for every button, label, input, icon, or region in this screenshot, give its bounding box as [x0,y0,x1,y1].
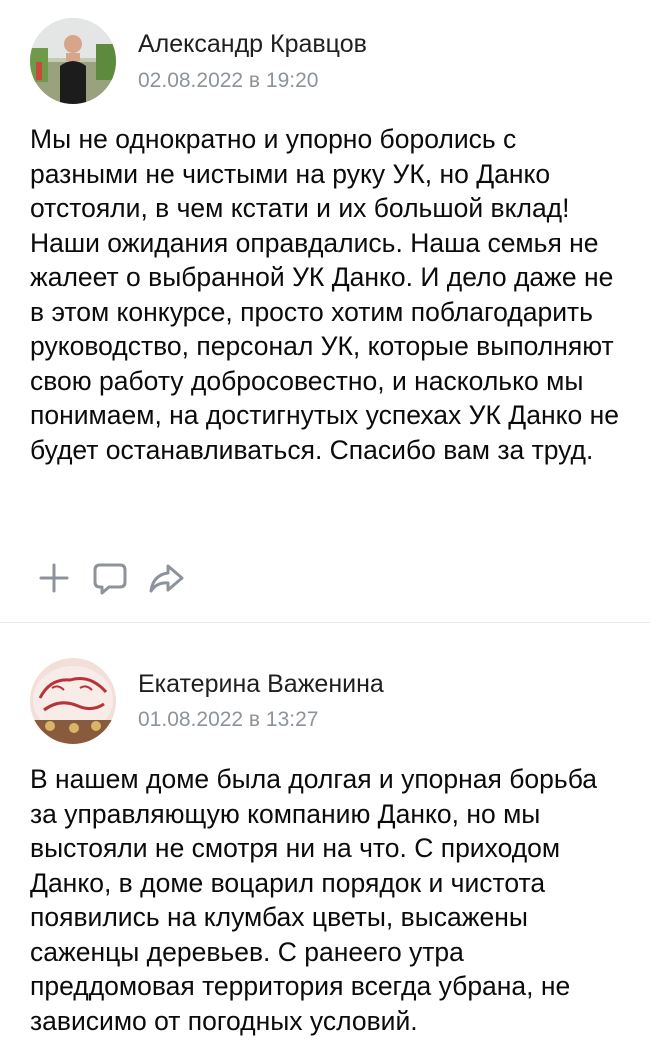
review-text: В нашем доме была долгая и упорная борьб… [30,764,598,1036]
review-text: Мы не однократно и упорно боролись с раз… [30,124,619,465]
post-divider [0,622,650,641]
post-date: 01.08.2022 в 13:27 [138,708,319,731]
share-icon[interactable] [148,560,184,596]
avatar[interactable] [30,18,116,104]
comment-icon[interactable] [92,560,128,596]
author-name[interactable]: Екатерина Важенина [138,670,384,699]
author-name[interactable]: Александр Кравцов [138,30,367,59]
plus-icon[interactable] [36,560,72,596]
post-date: 02.08.2022 в 19:20 [138,69,319,92]
avatar[interactable] [30,658,116,744]
post-actions [36,560,206,600]
